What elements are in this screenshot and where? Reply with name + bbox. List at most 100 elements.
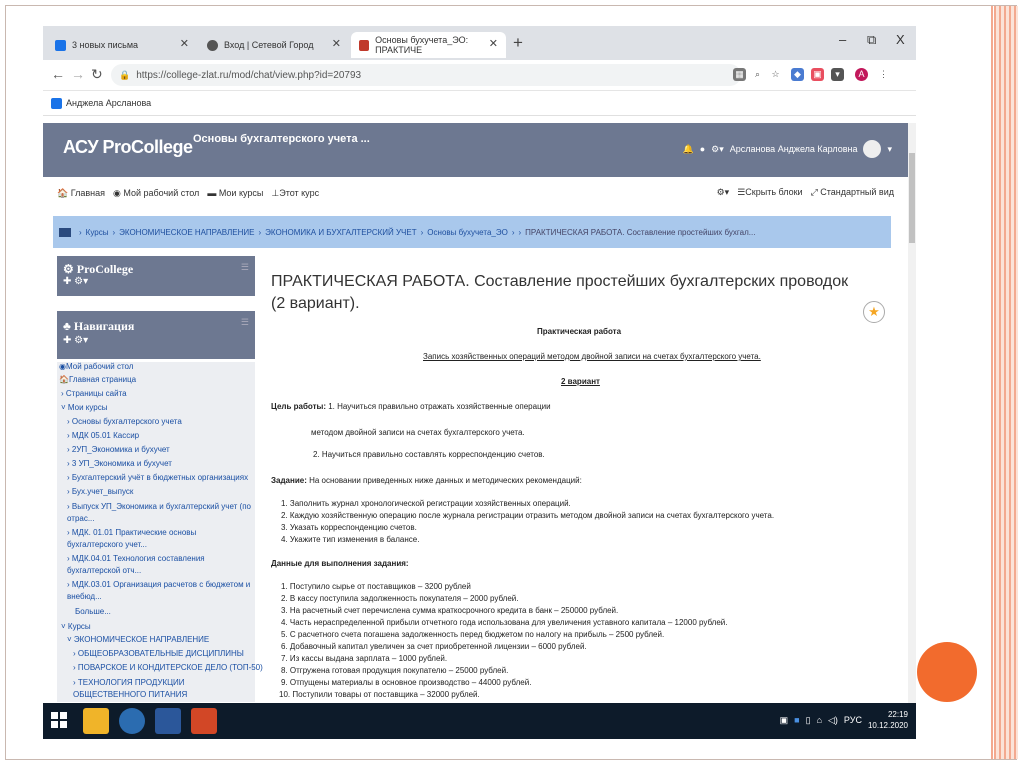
hide-blocks-button[interactable]: ☰Скрыть блоки [737,187,802,198]
url-field[interactable]: 🔒 https://college-zlat.ru/mod/chat/view.… [111,64,741,86]
nav-tree-item[interactable]: › МДК.04.01 Технология составления бухга… [67,553,253,577]
block-controls[interactable]: ✚ ⚙▾ [63,335,88,346]
reload-icon[interactable]: ↻ [91,66,103,83]
user-name[interactable]: Арсланова Анджела Карловна [730,144,858,154]
site-header: АСУ ProCollege Основы бухгалтерского уче… [43,123,908,177]
nav-my-courses[interactable]: ▬ Мои курсы [207,188,263,199]
block-menu-icon[interactable]: ☰ [241,262,249,273]
clock[interactable]: 22:19 10.12.2020 [868,709,908,731]
extension-icon[interactable]: ▣ [811,68,824,81]
nav-tree-item[interactable]: › МДК 05.01 Кассир [67,431,139,440]
nav-tree-item[interactable]: › Основы бухгалтерского учета [67,417,182,426]
back-icon[interactable]: ← [51,66,65,82]
nav-tree-item[interactable]: 🏠Главная страница [59,375,136,384]
data-item: 10. Поступили товары от поставщика – 320… [279,690,480,699]
tray-app-icon[interactable]: ■ [794,715,799,725]
data-item: 7. Из кассы выдана зарплата – 1000 рубле… [281,654,448,663]
nav-tree-item[interactable]: › МДК. 01.01 Практические основы бухгалт… [67,527,253,551]
windows-taskbar: ▣ ■ ▯ ⌂ ◁) РУС 22:19 10.12.2020 [43,703,916,739]
nav-tree-item[interactable]: › Выпуск УП_Экономика и бухгалтерский уч… [67,501,253,525]
tab-label: Вход | Сетевой Город [224,40,314,50]
task-item: 4. Укажите тип изменения в балансе. [281,535,420,544]
settings-gear-icon[interactable]: ⚙▾ [717,187,730,198]
battery-icon[interactable]: ▯ [806,715,811,726]
nav-tree-item[interactable]: › 3 УП_Экономика и бухучет [67,459,172,468]
tab-bar: 3 новых письма ✕ Вход | Сетевой Город ✕ … [43,26,916,60]
tab-label: 3 новых письма [72,40,139,50]
zoom-icon[interactable]: ⌕ [751,68,764,81]
course-title: Основы бухгалтерского учета ... [193,133,370,145]
breadcrumb-item[interactable]: Курсы [86,228,109,237]
block-controls[interactable]: ✚ ⚙▾ [63,276,88,287]
home-icon: 🏠 [57,188,69,198]
chevron-down-icon[interactable]: ▾ [887,144,892,155]
nav-tree-item[interactable]: › ТЕХНОЛОГИЯ ПРОДУКЦИИ ОБЩЕСТВЕННОГО ПИТ… [73,677,253,701]
close-icon[interactable]: ✕ [489,37,498,50]
nav-home[interactable]: 🏠 Главная [57,188,105,199]
menu-dots-icon[interactable]: ⋮ [877,68,890,81]
tab-course[interactable]: Основы бухучета_ЭО: ПРАКТИЧЕ ✕ [351,32,506,58]
tab-network-city[interactable]: Вход | Сетевой Город ✕ [199,32,349,58]
windows-start-icon[interactable] [51,712,67,728]
block-menu-icon[interactable]: ☰ [241,317,249,328]
user-menu[interactable]: 🔔 ● ⚙▾ Арсланова Анджела Карловна ▾ [683,140,892,158]
content-heading: Практическая работа [537,327,622,336]
language-indicator[interactable]: РУС [844,715,862,725]
nav-tree-item[interactable]: › 2УП_Экономика и бухучет [67,445,170,454]
mail-icon [55,39,66,51]
standard-view-button[interactable]: ⤢ Стандартный вид [811,187,894,198]
nav-tree-item[interactable]: › Бух.учет_выпуск [67,487,133,496]
profile-avatar-icon[interactable]: A [855,68,868,81]
nav-tree-more[interactable]: Больше... [75,607,111,616]
nav-tree-item[interactable]: › ОБЩЕОБРАЗОВАТЕЛЬНЫЕ ДИСЦИПЛИНЫ [73,649,244,658]
breadcrumb-item[interactable]: ЭКОНОМИКА И БУХГАЛТЕРСКИЙ УЧЕТ [265,228,416,237]
notification-bell-icon[interactable]: 🔔 [683,144,694,155]
extension-icon[interactable]: ▾ [831,68,844,81]
nav-tree-item[interactable]: ˅ ЭКОНОМИЧЕСКОЕ НАПРАВЛЕНИЕ [67,635,209,644]
scrollbar-thumb[interactable] [909,153,915,243]
breadcrumb-item[interactable]: › [79,228,82,237]
nav-this-course[interactable]: ⊥Этот курс [271,188,319,199]
sitemap-icon: ♣ [63,319,71,333]
forward-icon[interactable]: → [71,66,85,82]
word-icon[interactable] [155,708,181,734]
task-item: 3. Указать корреспонденцию счетов. [281,523,417,532]
site-logo[interactable]: АСУ ProCollege [63,137,193,158]
extension-icon[interactable]: ◆ [791,68,804,81]
tab-mail[interactable]: 3 новых письма ✕ [47,32,197,58]
powerpoint-icon[interactable] [191,708,217,734]
nav-tree-item[interactable]: ˅ Курсы [61,622,91,631]
close-icon[interactable]: ✕ [180,37,189,50]
nav-dashboard[interactable]: ◉ Мой рабочий стол [113,188,199,199]
bookmark-star-icon[interactable]: ☆ [769,68,782,81]
bookmark-link[interactable]: Анджела Арсланова [66,98,151,108]
bookmarks-bar: Анджела Арсланова [43,91,916,116]
avatar[interactable] [863,140,882,158]
nav-tree-item[interactable]: ◉Мой рабочий стол [59,362,133,371]
window-close-button[interactable]: X [896,32,905,47]
volume-icon[interactable]: ◁) [828,715,838,726]
data-item: 2. В кассу поступила задолженность покуп… [281,594,519,603]
close-icon[interactable]: ✕ [332,37,341,50]
nav-tree-item[interactable]: › МДК.03.01 Организация расчетов с бюдже… [67,579,253,603]
chrome-icon[interactable] [119,708,145,734]
translate-icon[interactable]: ▦ [733,68,746,81]
page-scrollbar[interactable] [908,123,916,703]
nav-tree-item[interactable]: › Бухгалтерский учёт в бюджетных организ… [67,473,248,482]
nav-tree-item[interactable]: › Страницы сайта [61,389,127,398]
breadcrumb-item[interactable]: Основы бухучета_ЭО [427,228,508,237]
nav-tree-item[interactable]: ˅ Мои курсы [61,403,108,412]
nav-tree-item[interactable]: › ПОВАРСКОЕ И КОНДИТЕРСКОЕ ДЕЛО (ТОП-50) [73,663,263,672]
file-explorer-icon[interactable] [83,708,109,734]
messages-icon[interactable]: ● [700,144,705,154]
maximize-button[interactable]: ⧉ [867,32,876,48]
network-icon[interactable]: ⌂ [817,715,822,725]
breadcrumb-item[interactable]: ЭКОНОМИЧЕСКОЕ НАПРАВЛЕНИЕ [119,228,254,237]
minimize-button[interactable]: – [839,32,846,47]
tray-app-icon[interactable]: ▣ [780,715,789,726]
address-bar-row: ← → ↻ 🔒 https://college-zlat.ru/mod/chat… [43,60,916,91]
new-tab-button[interactable]: + [513,33,523,53]
data-item: 5. С расчетного счета погашена задолженн… [281,630,665,639]
settings-icon[interactable]: ⚙▾ [711,144,724,155]
favorite-star-icon[interactable]: ★ [863,301,885,323]
